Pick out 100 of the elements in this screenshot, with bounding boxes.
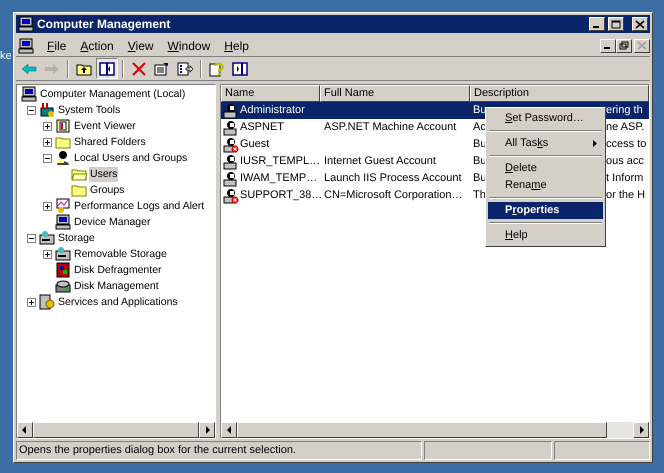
collapse-icon[interactable]: [26, 234, 36, 242]
expand-icon[interactable]: [42, 138, 52, 146]
computer-icon: [21, 86, 37, 102]
table-cell: Ac: [473, 121, 486, 134]
menu-item[interactable]: View: [120, 36, 161, 54]
collapse-icon[interactable]: [26, 106, 36, 114]
back-arrow-icon: [21, 62, 37, 74]
toolbox-icon: [39, 102, 55, 118]
log-icon: [55, 118, 71, 134]
scroll-left-button[interactable]: [221, 422, 237, 438]
list-export-icon: [177, 62, 193, 76]
context-menu-item[interactable]: Set Password…: [488, 110, 603, 127]
close-button[interactable]: [634, 38, 650, 52]
users-icon: [55, 150, 71, 166]
minimize-icon: [593, 26, 599, 28]
tree-item[interactable]: Disk Management: [73, 278, 160, 294]
pane-icon: [99, 62, 115, 76]
table-cell: t Inform: [606, 172, 644, 184]
table-cell: ne ASP.: [606, 121, 644, 134]
expand-icon[interactable]: [26, 298, 36, 306]
close-icon: [637, 41, 647, 50]
toolbar-button[interactable]: [96, 58, 118, 79]
right-arrow-icon: [638, 426, 644, 434]
tree-item[interactable]: Removable Storage: [73, 246, 168, 262]
maximize-button[interactable]: [608, 17, 624, 31]
tree-item[interactable]: Groups: [89, 182, 126, 198]
table-cell: ous acc: [606, 155, 644, 168]
context-menu-item[interactable]: All Tasks: [488, 135, 603, 152]
minimize-icon: [604, 47, 610, 49]
menu-item[interactable]: Window: [160, 36, 218, 54]
column-header[interactable]: Description: [470, 85, 649, 102]
expand-icon[interactable]: [42, 202, 52, 210]
table-cell: CN=Microsoft Corporation…: [324, 189, 462, 202]
left-arrow-icon: [226, 426, 232, 434]
minimize-button[interactable]: [600, 38, 616, 52]
column-header[interactable]: Full Name: [320, 85, 470, 102]
computer-icon: [18, 16, 34, 32]
user-name[interactable]: Administrator: [240, 102, 305, 119]
chart-icon: [55, 198, 71, 214]
table-cell: ering th: [606, 104, 643, 116]
submenu-arrow-icon: [593, 140, 597, 147]
scroll-thumb[interactable]: [32, 422, 200, 438]
menu-item[interactable]: Help: [217, 36, 256, 54]
minimize-button[interactable]: [589, 17, 605, 31]
menu-item[interactable]: File: [40, 36, 74, 54]
drive-icon: [39, 230, 55, 246]
delete-icon: [132, 62, 146, 76]
tree-item[interactable]: Event Viewer: [73, 118, 137, 134]
user-name[interactable]: IUSR_TEMPL…: [240, 153, 320, 170]
tree-item[interactable]: Local Users and Groups: [73, 150, 188, 166]
drive-icon: [55, 246, 71, 262]
context-menu-item[interactable]: Properties: [488, 202, 603, 219]
tree-item[interactable]: Device Manager: [73, 214, 152, 230]
help-icon: [209, 60, 225, 76]
context-menu-item[interactable]: Rename: [488, 177, 603, 194]
restore-button[interactable]: [616, 38, 632, 52]
context-menu-item[interactable]: Delete: [488, 160, 603, 177]
pane-icon: [232, 62, 248, 76]
defrag-icon: [55, 262, 71, 278]
status-bar: Opens the properties dialog box for the current selection.: [16, 441, 422, 460]
user-name[interactable]: IWAM_TEMP…: [240, 170, 318, 187]
tree-item[interactable]: Computer Management (Local): [39, 86, 186, 102]
horizontal-scrollbar[interactable]: [17, 422, 215, 438]
expand-icon[interactable]: [42, 250, 52, 258]
desktop-icon-label: ke: [0, 49, 13, 64]
tree-item[interactable]: Services and Applications: [57, 294, 179, 310]
tree-item[interactable]: Shared Folders: [73, 134, 147, 150]
table-cell: Th: [473, 189, 486, 202]
tree-item[interactable]: Performance Logs and Alert: [73, 198, 206, 214]
scroll-left-button[interactable]: [17, 422, 33, 438]
left-arrow-icon: [22, 426, 28, 434]
computer-icon: [55, 214, 71, 230]
server-gear-icon: [39, 294, 55, 310]
maximize-icon: [611, 20, 621, 28]
right-arrow-icon: [204, 426, 210, 434]
scroll-right-button[interactable]: [633, 422, 649, 438]
tree-item[interactable]: Users: [89, 166, 118, 182]
context-menu-item[interactable]: Help: [488, 227, 603, 244]
user-name[interactable]: ASPNET: [240, 119, 284, 136]
computer-icon: [18, 38, 34, 54]
properties-icon: [154, 62, 170, 76]
table-cell: ccess to: [606, 138, 646, 150]
forward-arrow-icon: [44, 62, 60, 74]
table-cell: Launch IIS Process Account: [324, 172, 462, 184]
table-cell: or the H: [606, 189, 646, 202]
close-icon: [635, 20, 645, 28]
tree-item[interactable]: Storage: [57, 230, 96, 246]
menu-item[interactable]: Action: [73, 36, 121, 54]
folder-up-icon: [76, 62, 92, 76]
table-cell: ASP.NET Machine Account: [324, 121, 456, 134]
expand-icon[interactable]: [42, 122, 52, 130]
tree-item[interactable]: System Tools: [57, 102, 122, 118]
close-button[interactable]: [632, 17, 648, 31]
restore-icon: [619, 41, 629, 50]
window-title: Computer Management: [37, 16, 172, 33]
tree-item[interactable]: Disk Defragmenter: [73, 262, 163, 278]
column-header[interactable]: Name: [221, 85, 320, 102]
collapse-icon[interactable]: [42, 154, 52, 162]
scroll-right-button[interactable]: [199, 422, 216, 438]
table-cell: Internet Guest Account: [324, 155, 436, 168]
